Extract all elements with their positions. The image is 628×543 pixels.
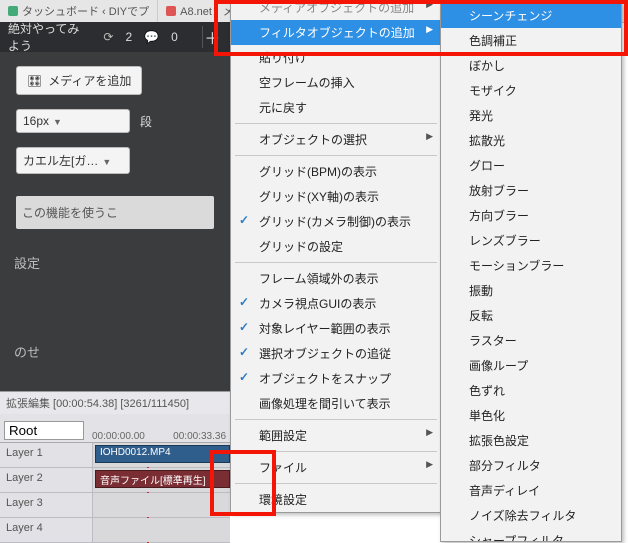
track-2[interactable]: 音声ファイル[標準再生] (93, 468, 230, 492)
site-title[interactable]: 絶対やってみよう (8, 20, 91, 54)
context-menu: メディアオブジェクトの追加フィルタオブジェクトの追加貼り付け空フレームの挿入元に… (230, 2, 442, 513)
menu-item[interactable]: 単色化 (441, 403, 621, 428)
menu-item[interactable]: 反転 (441, 303, 621, 328)
menu-separator (235, 451, 437, 452)
root-button[interactable]: Root (4, 421, 84, 440)
editor-toolbar: 絶対やってみよう ⟳ 2 💬 0 ＋ (0, 22, 230, 52)
menu-item[interactable]: 振動 (441, 278, 621, 303)
menu-separator (235, 483, 437, 484)
time-tick: 00:00:00.00 (88, 431, 149, 442)
menu-separator (235, 123, 437, 124)
track-1[interactable]: IOHD0012.MP4 (93, 443, 230, 467)
timeline-caption: 拡張編集 [00:00:54.38] [3261/111450] (0, 392, 230, 414)
menu-item[interactable]: グリッドの設定 (231, 234, 441, 259)
menu-item[interactable]: メディアオブジェクトの追加 (231, 0, 441, 20)
menu-item[interactable]: 画像処理を間引いて表示 (231, 391, 441, 416)
menu-separator (235, 262, 437, 263)
menu-separator (235, 419, 437, 420)
comment-count: 0 (171, 30, 178, 44)
menu-item[interactable]: フレーム領域外の表示 (231, 266, 441, 291)
menu-item[interactable]: 環境設定 (231, 487, 441, 512)
menu-item[interactable]: フィルタオブジェクトの追加 (231, 20, 441, 45)
video-clip[interactable]: IOHD0012.MP4 (95, 445, 230, 463)
menu-item[interactable]: グリッド(XY軸)の表示 (231, 184, 441, 209)
menu-item[interactable]: 音声ディレイ (441, 478, 621, 503)
paragraph-label: 段 (140, 109, 152, 133)
menu-item[interactable]: グリッド(カメラ制御)の表示 (231, 209, 441, 234)
menu-item[interactable]: 発光 (441, 103, 621, 128)
update-count[interactable]: 2 (125, 30, 132, 44)
filter-submenu: シーンチェンジ色調補正ぼかしモザイク発光拡散光グロー放射ブラー方向ブラーレンズブ… (440, 2, 622, 542)
layer-label[interactable]: Layer 4 (0, 518, 93, 542)
menu-item[interactable]: モザイク (441, 78, 621, 103)
layer-label[interactable]: Layer 2 (0, 468, 93, 492)
menu-item[interactable]: 対象レイヤー範囲の表示 (231, 316, 441, 341)
feature-message: この機能を使うこ (16, 196, 214, 229)
audio-clip[interactable]: 音声ファイル[標準再生] (95, 470, 230, 488)
menu-item[interactable]: モーションブラー (441, 253, 621, 278)
menu-item[interactable]: 元に戻す (231, 95, 441, 120)
menu-item[interactable]: ラスター (441, 328, 621, 353)
browser-tab-1[interactable]: タッシュボード ‹ DIYでプ (0, 0, 158, 22)
add-media-button[interactable]: 🎛 メディアを追加 (16, 66, 142, 95)
layer-label[interactable]: Layer 3 (0, 493, 93, 517)
menu-item[interactable]: グロー (441, 153, 621, 178)
media-icon: 🎛 (27, 74, 42, 88)
font-size-select[interactable]: 16px▼ (16, 109, 130, 133)
menu-item[interactable]: オブジェクトの選択 (231, 127, 441, 152)
favicon-1 (8, 6, 18, 16)
time-tick: 00:00:33.36 (169, 431, 230, 442)
menu-item[interactable]: シーンチェンジ (441, 3, 621, 28)
new-button[interactable]: ＋ (202, 26, 222, 48)
menu-item[interactable]: 放射ブラー (441, 178, 621, 203)
menu-item[interactable]: 方向ブラー (441, 203, 621, 228)
favicon-2 (166, 6, 176, 16)
sidebar-nose[interactable]: のせ (0, 332, 230, 361)
layer-label[interactable]: Layer 1 (0, 443, 93, 467)
menu-item[interactable]: グリッド(BPM)の表示 (231, 159, 441, 184)
timeline-ruler[interactable]: Root 00:00:00.00 00:00:33.36 (0, 414, 230, 443)
track-3[interactable] (93, 493, 230, 517)
menu-item[interactable]: 拡張色設定 (441, 428, 621, 453)
asset-select[interactable]: カエル左[ガ…▼ (16, 147, 130, 174)
menu-separator (235, 155, 437, 156)
tab-label: タッシュボード ‹ DIYでプ (22, 3, 149, 19)
sidebar-settings[interactable]: 設定 (0, 243, 230, 272)
menu-item[interactable]: ファイル (231, 455, 441, 480)
comment-icon[interactable]: 💬 (144, 30, 159, 44)
menu-item[interactable]: シャープフィルタ (441, 528, 621, 542)
refresh-icon[interactable]: ⟳ (103, 30, 113, 44)
add-media-label: メディアを追加 (48, 72, 131, 89)
editor-panel: 絶対やってみよう ⟳ 2 💬 0 ＋ 🎛 メディアを追加 16px▼ 段 カエル… (0, 22, 230, 543)
menu-item[interactable]: 画像ループ (441, 353, 621, 378)
menu-item[interactable]: 部分フィルタ (441, 453, 621, 478)
menu-item[interactable]: オブジェクトをスナップ (231, 366, 441, 391)
menu-item[interactable]: カメラ視点GUIの表示 (231, 291, 441, 316)
menu-item[interactable]: レンズブラー (441, 228, 621, 253)
menu-item[interactable]: 貼り付け (231, 45, 441, 70)
menu-item[interactable]: 色ずれ (441, 378, 621, 403)
menu-item[interactable]: 選択オブジェクトの追従 (231, 341, 441, 366)
menu-item[interactable]: 範囲設定 (231, 423, 441, 448)
track-4[interactable] (93, 518, 230, 542)
timeline-panel: 拡張編集 [00:00:54.38] [3261/111450] Root 00… (0, 391, 230, 543)
menu-item[interactable]: 色調補正 (441, 28, 621, 53)
menu-item[interactable]: 空フレームの挿入 (231, 70, 441, 95)
menu-item[interactable]: 拡散光 (441, 128, 621, 153)
menu-item[interactable]: ぼかし (441, 53, 621, 78)
menu-item[interactable]: ノイズ除去フィルタ (441, 503, 621, 528)
